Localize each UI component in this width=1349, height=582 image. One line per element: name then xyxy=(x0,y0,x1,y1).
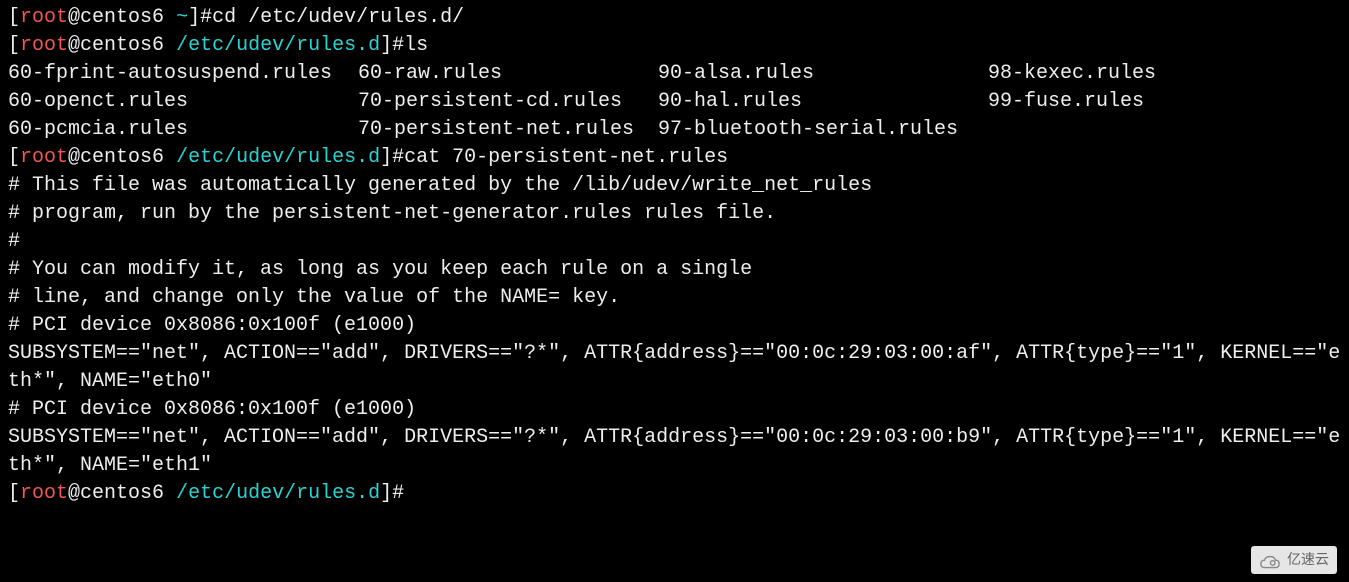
bracket-close: ]# xyxy=(380,34,404,57)
prompt-sep: @ xyxy=(68,482,80,505)
prompt-line: [root@centos6 /etc/udev/rules.d]#ls xyxy=(8,32,1341,60)
ls-col3-r1: 90-hal.rules xyxy=(658,88,988,116)
cat-line: # PCI device 0x8086:0x100f (e1000) xyxy=(8,312,1341,340)
cat-line: # PCI device 0x8086:0x100f (e1000) xyxy=(8,396,1341,424)
bracket-close: ]# xyxy=(380,146,404,169)
command-text: cat 70-persistent-net.rules xyxy=(404,146,728,169)
ls-col3-r2: 97-bluetooth-serial.rules xyxy=(658,116,988,144)
prompt-line: [root@centos6 ~]#cd /etc/udev/rules.d/ xyxy=(8,4,1341,32)
prompt-host: centos6 xyxy=(80,482,164,505)
bracket-open: [ xyxy=(8,146,20,169)
ls-col4-r0: 98-kexec.rules xyxy=(988,60,1156,88)
ls-col1-r1: 60-openct.rules xyxy=(8,88,358,116)
ls-output: 60-fprint-autosuspend.rules 60-raw.rules… xyxy=(8,60,1341,144)
watermark-badge: 亿速云 xyxy=(1251,546,1337,574)
watermark-text: 亿速云 xyxy=(1287,550,1329,570)
cat-output: # This file was automatically generated … xyxy=(8,172,1341,480)
cat-line: # xyxy=(8,228,1341,256)
prompt-path: /etc/udev/rules.d xyxy=(164,482,380,505)
prompt-user: root xyxy=(20,34,68,57)
ls-col2-r0: 60-raw.rules xyxy=(358,60,658,88)
prompt-sep: @ xyxy=(68,6,80,29)
ls-col4-r1: 99-fuse.rules xyxy=(988,88,1144,116)
prompt-line: [root@centos6 /etc/udev/rules.d]# xyxy=(8,480,1341,508)
terminal-output[interactable]: [root@centos6 ~]#cd /etc/udev/rules.d/ [… xyxy=(8,4,1341,508)
bracket-open: [ xyxy=(8,482,20,505)
prompt-path: /etc/udev/rules.d xyxy=(164,146,380,169)
bracket-open: [ xyxy=(8,34,20,57)
prompt-host: centos6 xyxy=(80,34,164,57)
ls-col2-r1: 70-persistent-cd.rules xyxy=(358,88,658,116)
cloud-icon xyxy=(1259,552,1281,568)
prompt-path: /etc/udev/rules.d xyxy=(164,34,380,57)
cat-line: SUBSYSTEM=="net", ACTION=="add", DRIVERS… xyxy=(8,340,1341,396)
prompt-sep: @ xyxy=(68,146,80,169)
prompt-user: root xyxy=(20,6,68,29)
bracket-close: ]# xyxy=(380,482,404,505)
cat-line: # This file was automatically generated … xyxy=(8,172,1341,200)
prompt-line: [root@centos6 /etc/udev/rules.d]#cat 70-… xyxy=(8,144,1341,172)
cat-line: SUBSYSTEM=="net", ACTION=="add", DRIVERS… xyxy=(8,424,1341,480)
cat-line: # line, and change only the value of the… xyxy=(8,284,1341,312)
command-text: cd /etc/udev/rules.d/ xyxy=(212,6,464,29)
bracket-open: [ xyxy=(8,6,20,29)
cat-line: # You can modify it, as long as you keep… xyxy=(8,256,1341,284)
command-text: ls xyxy=(404,34,428,57)
cat-line: # program, run by the persistent-net-gen… xyxy=(8,200,1341,228)
prompt-user: root xyxy=(20,482,68,505)
bracket-close: ]# xyxy=(188,6,212,29)
prompt-user: root xyxy=(20,146,68,169)
ls-col1-r0: 60-fprint-autosuspend.rules xyxy=(8,60,358,88)
ls-col3-r0: 90-alsa.rules xyxy=(658,60,988,88)
prompt-host: centos6 xyxy=(80,146,164,169)
prompt-path: ~ xyxy=(164,6,188,29)
prompt-host: centos6 xyxy=(80,6,164,29)
ls-col2-r2: 70-persistent-net.rules xyxy=(358,116,658,144)
ls-col1-r2: 60-pcmcia.rules xyxy=(8,116,358,144)
prompt-sep: @ xyxy=(68,34,80,57)
